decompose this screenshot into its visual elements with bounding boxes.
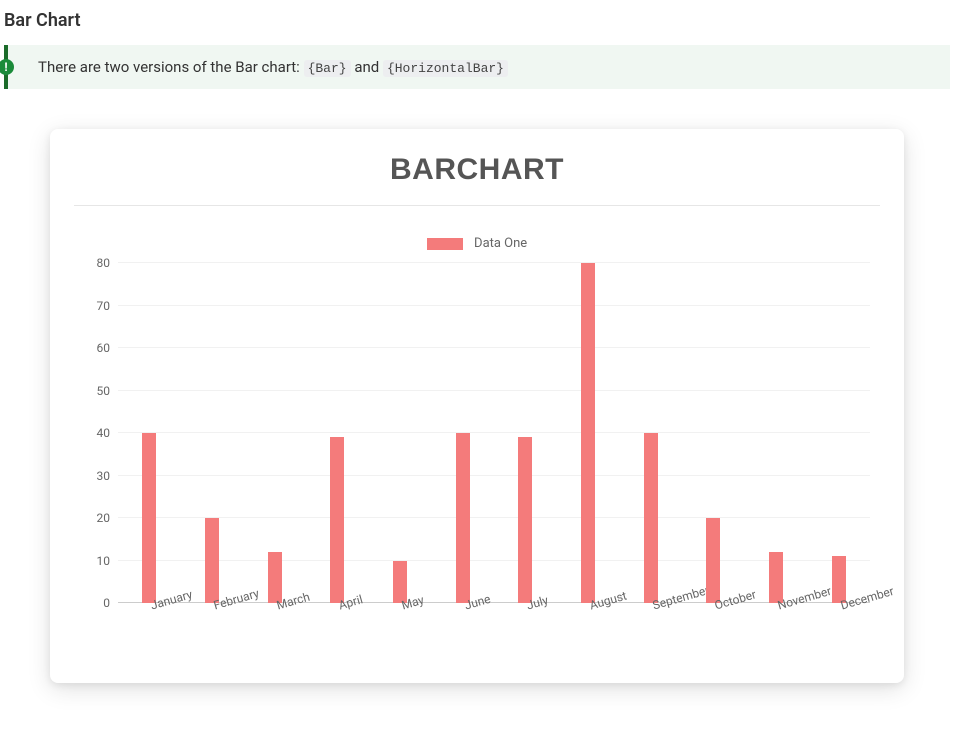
bar-column[interactable]: April [306,437,369,603]
y-tick-label: 50 [74,384,110,398]
bar-column[interactable]: October [682,518,745,603]
x-tick-label: December [839,584,895,613]
bar-column[interactable]: August [557,263,620,603]
bar-column[interactable]: February [181,518,244,603]
y-tick-label: 60 [74,341,110,355]
y-tick-label: 0 [74,596,110,610]
code-pill-bar: {Bar} [304,60,351,77]
bar-column[interactable]: May [369,561,432,604]
bar[interactable] [832,556,846,603]
chart-plot-area[interactable]: 01020304050607080 JanuaryFebruaryMarchAp… [74,263,880,603]
bar[interactable] [581,263,595,603]
info-icon: ! [0,59,14,75]
bar[interactable] [330,437,344,603]
y-tick-label: 80 [74,256,110,270]
bar-column[interactable]: December [807,556,870,603]
bar[interactable] [456,433,470,603]
bar[interactable] [706,518,720,603]
bar-column[interactable]: November [745,552,808,603]
chart-title: BARCHART [74,149,880,206]
bar[interactable] [205,518,219,603]
chart-bars: JanuaryFebruaryMarchAprilMayJuneJulyAugu… [118,263,870,603]
bar[interactable] [518,437,532,603]
bar[interactable] [769,552,783,603]
legend-label: Data One [474,236,527,251]
code-pill-hbar: {HorizontalBar} [383,60,508,77]
y-tick-label: 10 [74,554,110,568]
y-tick-label: 40 [74,426,110,440]
tip-text: There are two versions of the Bar chart: [38,58,300,76]
y-tick-label: 30 [74,469,110,483]
bar-column[interactable]: September [619,433,682,603]
chart-legend[interactable]: Data One [74,206,880,259]
bar-column[interactable]: June [431,433,494,603]
y-tick-label: 70 [74,299,110,313]
bar-column[interactable]: July [494,437,557,603]
section-heading: Bar Chart [0,0,954,45]
bar-column[interactable]: March [243,552,306,603]
bar[interactable] [644,433,658,603]
bar[interactable] [268,552,282,603]
legend-swatch-icon [427,238,463,250]
bar-column[interactable]: January [118,433,181,603]
bar[interactable] [142,433,156,603]
y-tick-label: 20 [74,511,110,525]
chart-card: BARCHART Data One 0 10 20 30 40 50 60 70 80 Janu… [50,129,904,683]
info-tip: ! There are two versions of the Bar char… [4,45,950,89]
tip-joiner: and [354,58,379,76]
